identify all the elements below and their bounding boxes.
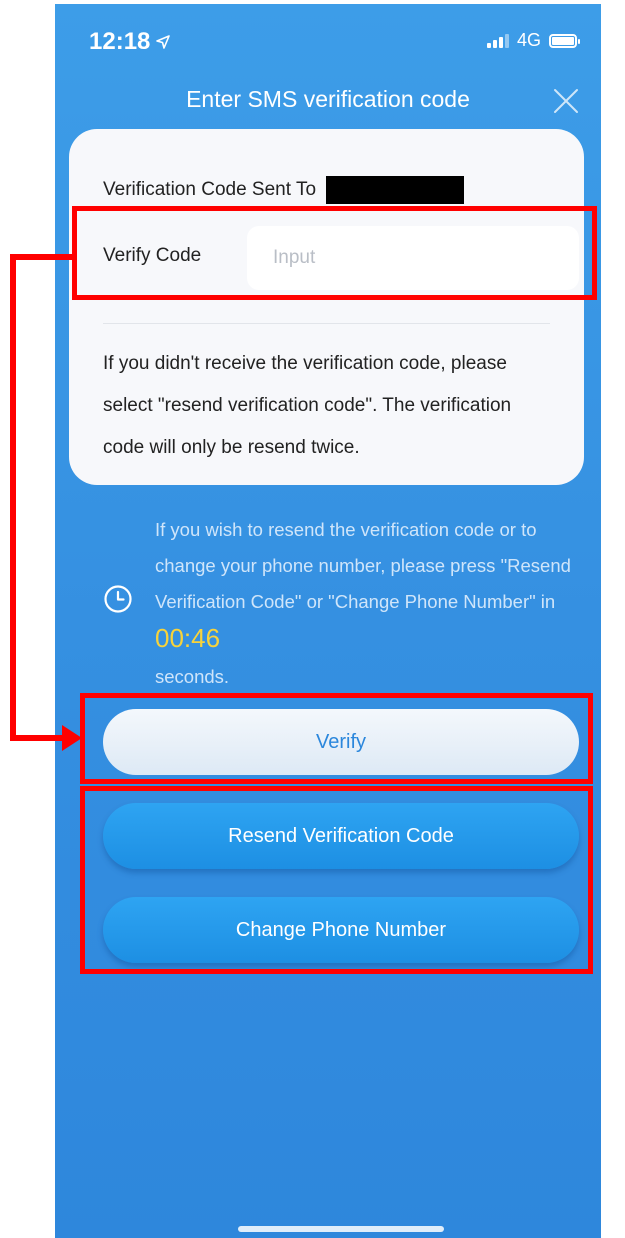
sent-to-label: Verification Code Sent To <box>103 179 317 200</box>
page-title: Enter SMS verification code <box>186 86 470 112</box>
phone-screen: 12:18 4G Enter SMS verification code Ver… <box>55 4 601 1238</box>
page: 12:18 4G Enter SMS verification code Ver… <box>0 0 625 1238</box>
status-bar-indicators: 4G <box>486 30 580 51</box>
resend-notice: If you wish to resend the verification c… <box>155 512 583 695</box>
annotation-arrow-vertical <box>10 254 16 741</box>
sent-to-row: Verification Code Sent To <box>103 176 465 204</box>
verification-card: Verification Code Sent To Verify Code If… <box>69 129 584 485</box>
card-note: If you didn't receive the verification c… <box>103 353 512 458</box>
status-time-text: 12:18 <box>89 28 151 55</box>
redacted-phone-number <box>326 176 465 204</box>
card-divider <box>103 323 550 324</box>
notice-text-before: If you wish to resend the verification c… <box>155 519 571 612</box>
location-arrow-icon <box>156 35 171 49</box>
signal-bars-icon <box>486 33 509 48</box>
battery-icon <box>549 33 580 48</box>
clock-icon <box>104 585 132 613</box>
notice-text-after: seconds. <box>155 666 230 687</box>
home-indicator <box>238 1226 444 1232</box>
close-icon[interactable] <box>553 88 579 114</box>
verify-code-label: Verify Code <box>103 245 202 266</box>
countdown-timer: 00:46 <box>155 623 221 653</box>
resend-code-button[interactable]: Resend Verification Code <box>103 803 579 869</box>
network-label: 4G <box>516 30 541 50</box>
change-phone-button[interactable]: Change Phone Number <box>103 897 579 963</box>
status-bar-time: 12:18 <box>89 28 171 56</box>
verify-code-input[interactable] <box>247 226 579 290</box>
verify-button[interactable]: Verify <box>103 709 579 775</box>
